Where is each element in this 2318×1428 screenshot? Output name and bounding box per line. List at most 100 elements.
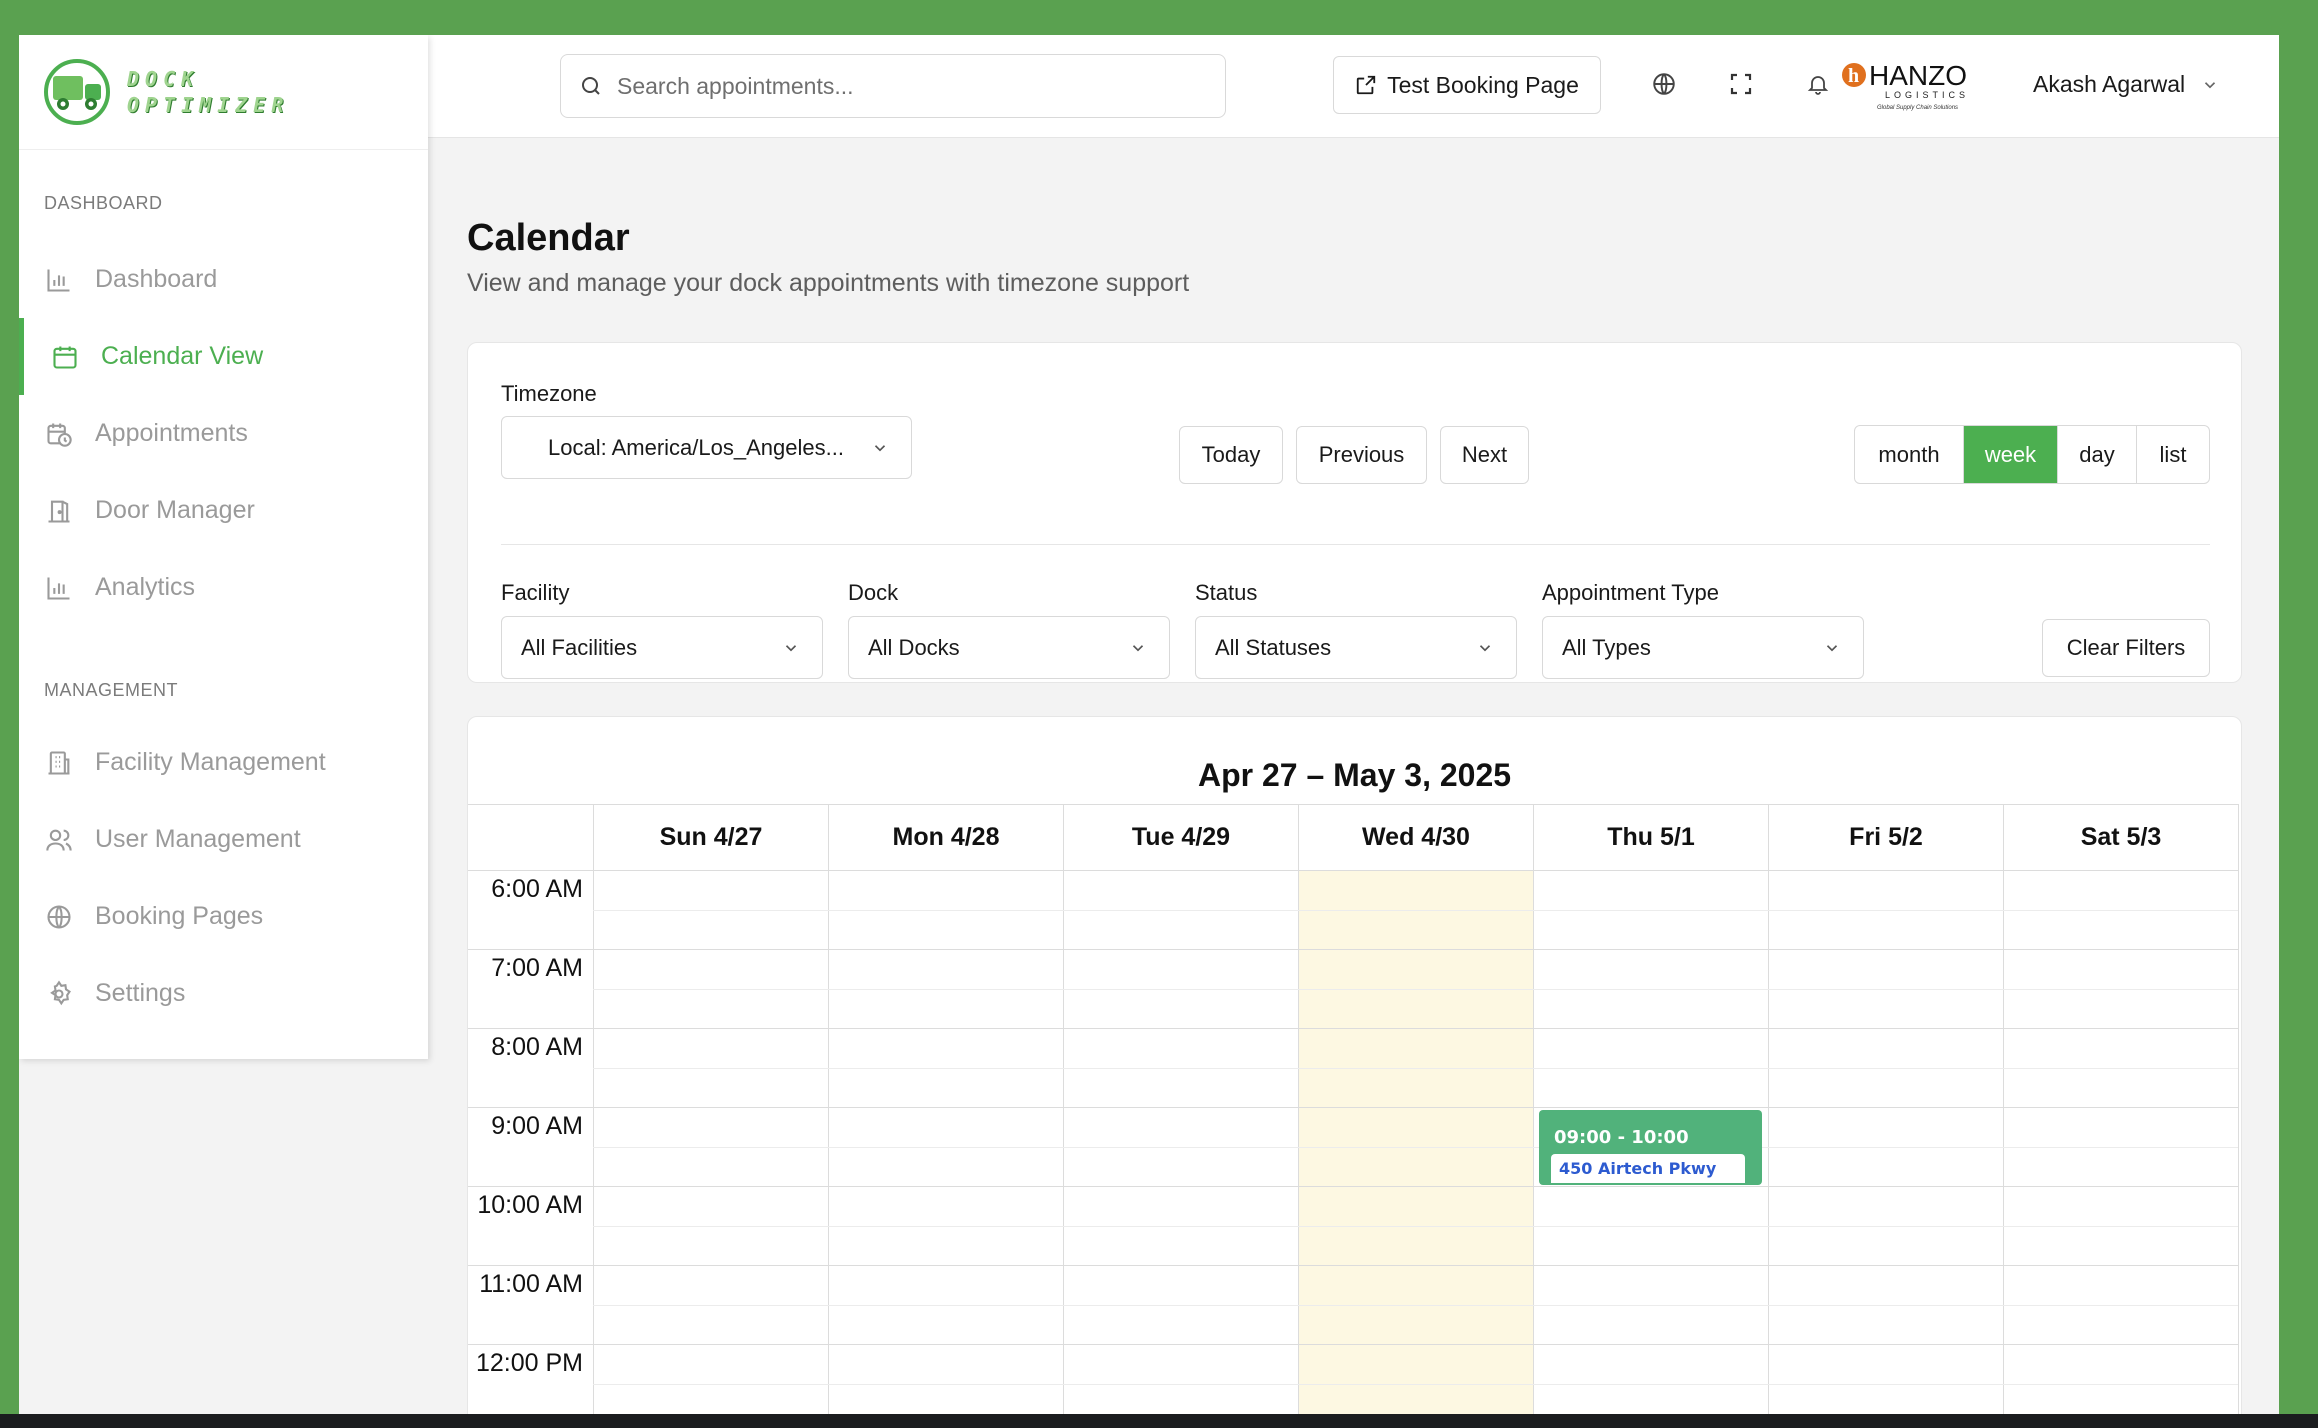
appointment-type-select[interactable]: All Types (1542, 616, 1864, 679)
sidebar-item-booking-pages[interactable]: Booking Pages (19, 878, 428, 955)
sidebar-item-analytics[interactable]: Analytics (19, 549, 428, 626)
search-icon (579, 74, 603, 98)
external-link-icon (1355, 74, 1377, 96)
dock-value: All Docks (868, 634, 960, 660)
previous-button[interactable]: Previous (1296, 426, 1427, 484)
hour-line (468, 1186, 2238, 1187)
sidebar-item-label: Appointments (95, 419, 248, 447)
test-booking-page-button[interactable]: Test Booking Page (1333, 56, 1601, 114)
hanzo-logo-text: HANZO (1869, 60, 1967, 91)
hanzo-logo-sub: LOGISTICS (1885, 90, 1969, 100)
clear-filters-button[interactable]: Clear Filters (2042, 619, 2210, 677)
sidebar-item-dashboard[interactable]: Dashboard (19, 241, 428, 318)
view-switcher: month week day list (1854, 425, 2210, 484)
appointment-type-label: Appointment Type (1542, 580, 1719, 605)
gutter-line (593, 804, 594, 1415)
day-header[interactable]: Thu 5/1 (1533, 804, 1768, 870)
column-line (2003, 804, 2004, 1415)
truck-logo-icon (44, 59, 110, 125)
view-list-button[interactable]: list (2137, 426, 2209, 483)
day-header[interactable]: Fri 5/2 (1768, 804, 2003, 870)
sidebar-item-appointments[interactable]: Appointments (19, 395, 428, 472)
column-line (2238, 804, 2239, 1415)
search-box[interactable] (560, 54, 1226, 118)
app-logo[interactable]: DOCK OPTIMIZER (19, 35, 428, 150)
sidebar-section-management: MANAGEMENT (44, 680, 179, 700)
facility-select[interactable]: All Facilities (501, 616, 823, 679)
user-name: Akash Agarwal (2033, 71, 2186, 97)
time-slot-label: 7:00 AM (491, 954, 583, 982)
language-globe-icon[interactable] (1648, 68, 1680, 100)
appointment-event[interactable]: 09:00 - 10:00 450 Airtech Pkwy (1539, 1110, 1762, 1185)
dock-select[interactable]: All Docks (848, 616, 1170, 679)
gear-icon (44, 979, 74, 1009)
timezone-label: Timezone (501, 381, 597, 406)
sidebar-item-facility-management[interactable]: Facility Management (19, 724, 428, 801)
sidebar-item-label: Facility Management (95, 748, 326, 776)
chevron-down-icon (1823, 639, 1841, 657)
bar-chart-icon (44, 573, 74, 603)
logo-line-2: OPTIMIZER (127, 93, 290, 117)
chevron-down-icon (871, 439, 889, 457)
status-label: Status (1195, 580, 1258, 605)
door-icon (44, 496, 74, 526)
sidebar-item-label: Dashboard (95, 265, 218, 293)
calendar-icon (50, 342, 80, 372)
sidebar-item-door-manager[interactable]: Door Manager (19, 472, 428, 549)
half-hour-line (593, 1067, 2238, 1069)
half-hour-line (593, 1225, 2238, 1227)
time-slot-label: 10:00 AM (477, 1191, 583, 1219)
day-header[interactable]: Sun 4/27 (593, 804, 828, 870)
user-menu[interactable]: Akash Agarwal (2033, 71, 2219, 98)
next-button[interactable]: Next (1440, 426, 1529, 484)
sidebar-item-label: Settings (95, 979, 186, 1007)
day-header[interactable]: Sat 5/3 (2003, 804, 2238, 870)
users-icon (44, 825, 74, 855)
sidebar-item-user-management[interactable]: User Management (19, 801, 428, 878)
today-button[interactable]: Today (1179, 426, 1283, 484)
logo-line-1: DOCK (127, 67, 200, 91)
half-hour-line (593, 1383, 2238, 1385)
time-slot-label: 6:00 AM (491, 875, 583, 903)
calendar-range-title: Apr 27 – May 3, 2025 (1197, 757, 1512, 793)
search-input[interactable] (617, 72, 1177, 100)
hanzo-logistics-logo: h HANZO LOGISTICS Global Supply Chain So… (1842, 60, 1969, 111)
timezone-select[interactable]: Local: America/Los_Angeles... (501, 416, 912, 479)
appointment-time: 09:00 - 10:00 (1554, 1127, 1689, 1148)
calendar-controls-card: Timezone Local: America/Los_Angeles... T… (467, 342, 2242, 683)
status-value: All Statuses (1215, 634, 1332, 660)
dock-label: Dock (848, 580, 899, 605)
hour-line (468, 1344, 2238, 1345)
top-header: Test Booking Page h HANZO LOGISTICS Glob… (428, 35, 2279, 138)
building-icon (44, 748, 74, 778)
sidebar-item-label: Calendar View (101, 342, 264, 370)
sidebar-item-label: User Management (95, 825, 301, 853)
test-booking-page-label: Test Booking Page (1387, 71, 1579, 98)
appointment-type-value: All Types (1562, 634, 1651, 660)
hour-line (468, 1265, 2238, 1266)
sidebar-item-label: Door Manager (95, 496, 255, 524)
hour-line (468, 1107, 2238, 1108)
view-week-button[interactable]: week (1964, 426, 2058, 483)
app-window: DOCK OPTIMIZER DASHBOARD Dashboard Calen… (19, 35, 2279, 1415)
day-header[interactable]: Tue 4/29 (1063, 804, 1298, 870)
column-line (1298, 804, 1299, 1415)
chevron-down-icon (782, 639, 800, 657)
column-line (1063, 804, 1064, 1415)
hanzo-logo-tagline: Global Supply Chain Solutions (1877, 105, 1958, 111)
sidebar-item-label: Booking Pages (95, 902, 264, 930)
half-hour-line (593, 1304, 2238, 1306)
chevron-down-icon (1476, 639, 1494, 657)
sidebar-item-settings[interactable]: Settings (19, 955, 428, 1032)
notification-bell-icon[interactable] (1802, 68, 1834, 100)
day-header[interactable]: Mon 4/28 (828, 804, 1063, 870)
status-select[interactable]: All Statuses (1195, 616, 1517, 679)
sidebar-item-calendar-view[interactable]: Calendar View (19, 318, 428, 395)
day-header[interactable]: Wed 4/30 (1298, 804, 1533, 870)
time-slot-label: 9:00 AM (491, 1112, 583, 1140)
view-month-button[interactable]: month (1855, 426, 1964, 483)
today-column-highlight (1298, 870, 1533, 1415)
fullscreen-icon[interactable] (1725, 68, 1757, 100)
bar-chart-icon (44, 265, 74, 295)
view-day-button[interactable]: day (2058, 426, 2137, 483)
